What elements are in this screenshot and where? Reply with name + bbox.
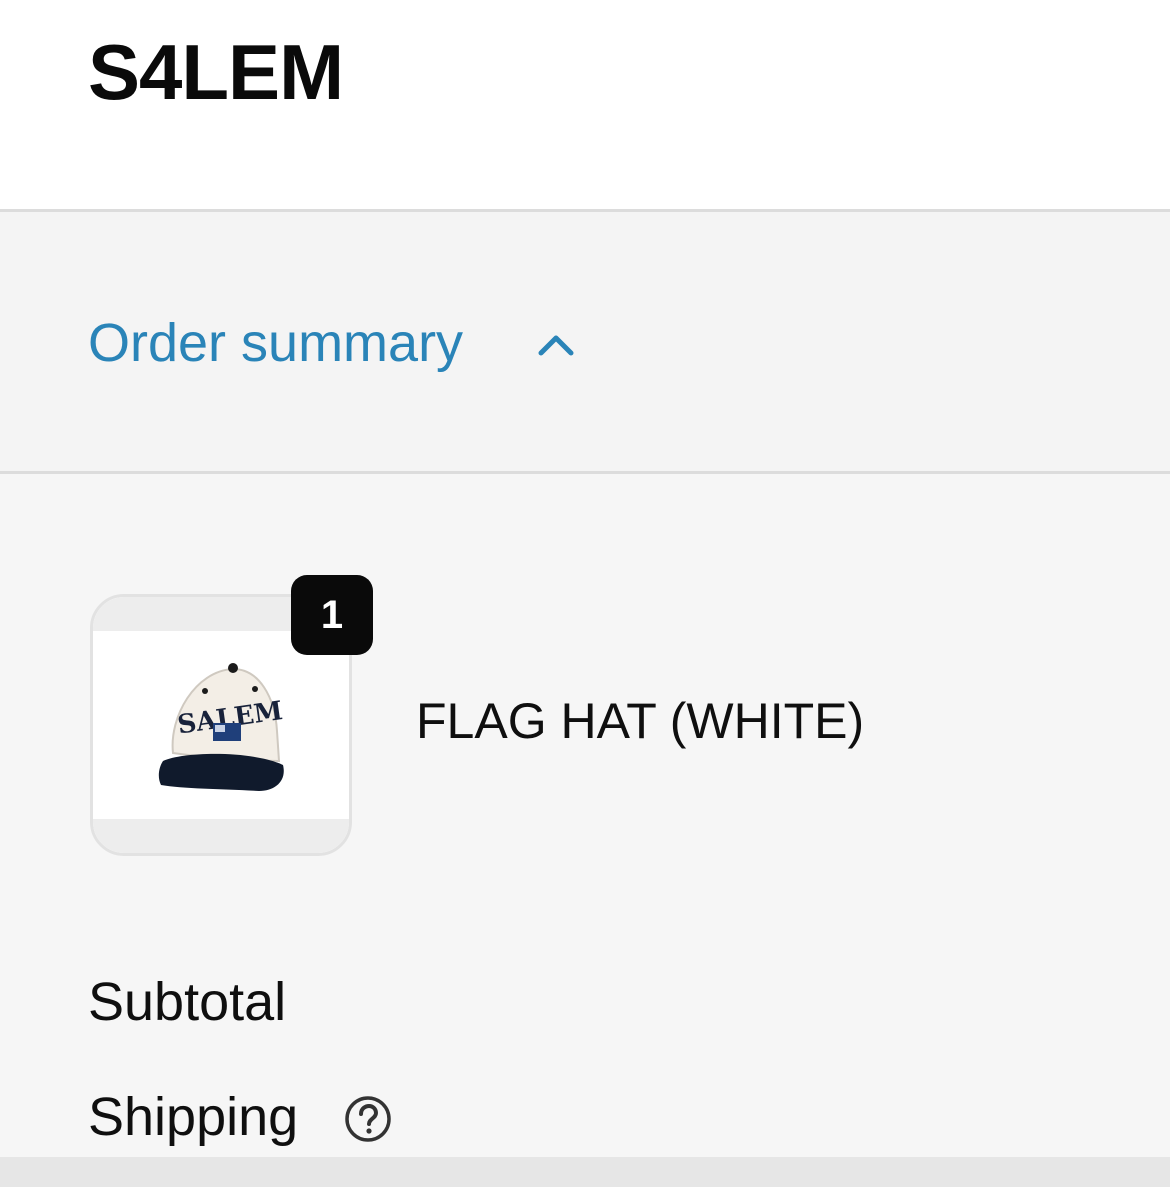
subtotal-label: Subtotal <box>88 972 287 1032</box>
bottom-bar <box>0 1157 1170 1187</box>
site-header: S4LEM <box>0 0 1170 210</box>
hat-image: SALEM <box>158 663 285 791</box>
question-circle-icon[interactable] <box>342 1093 394 1145</box>
product-name: FLAG HAT (WHITE) <box>416 693 865 749</box>
quantity-badge: 1 <box>291 575 373 655</box>
chevron-up-icon[interactable] <box>536 330 576 358</box>
order-summary-label[interactable]: Order summary <box>88 308 463 378</box>
shipping-label: Shipping <box>88 1087 299 1147</box>
store-logo-text[interactable]: S4LEM <box>88 22 344 122</box>
